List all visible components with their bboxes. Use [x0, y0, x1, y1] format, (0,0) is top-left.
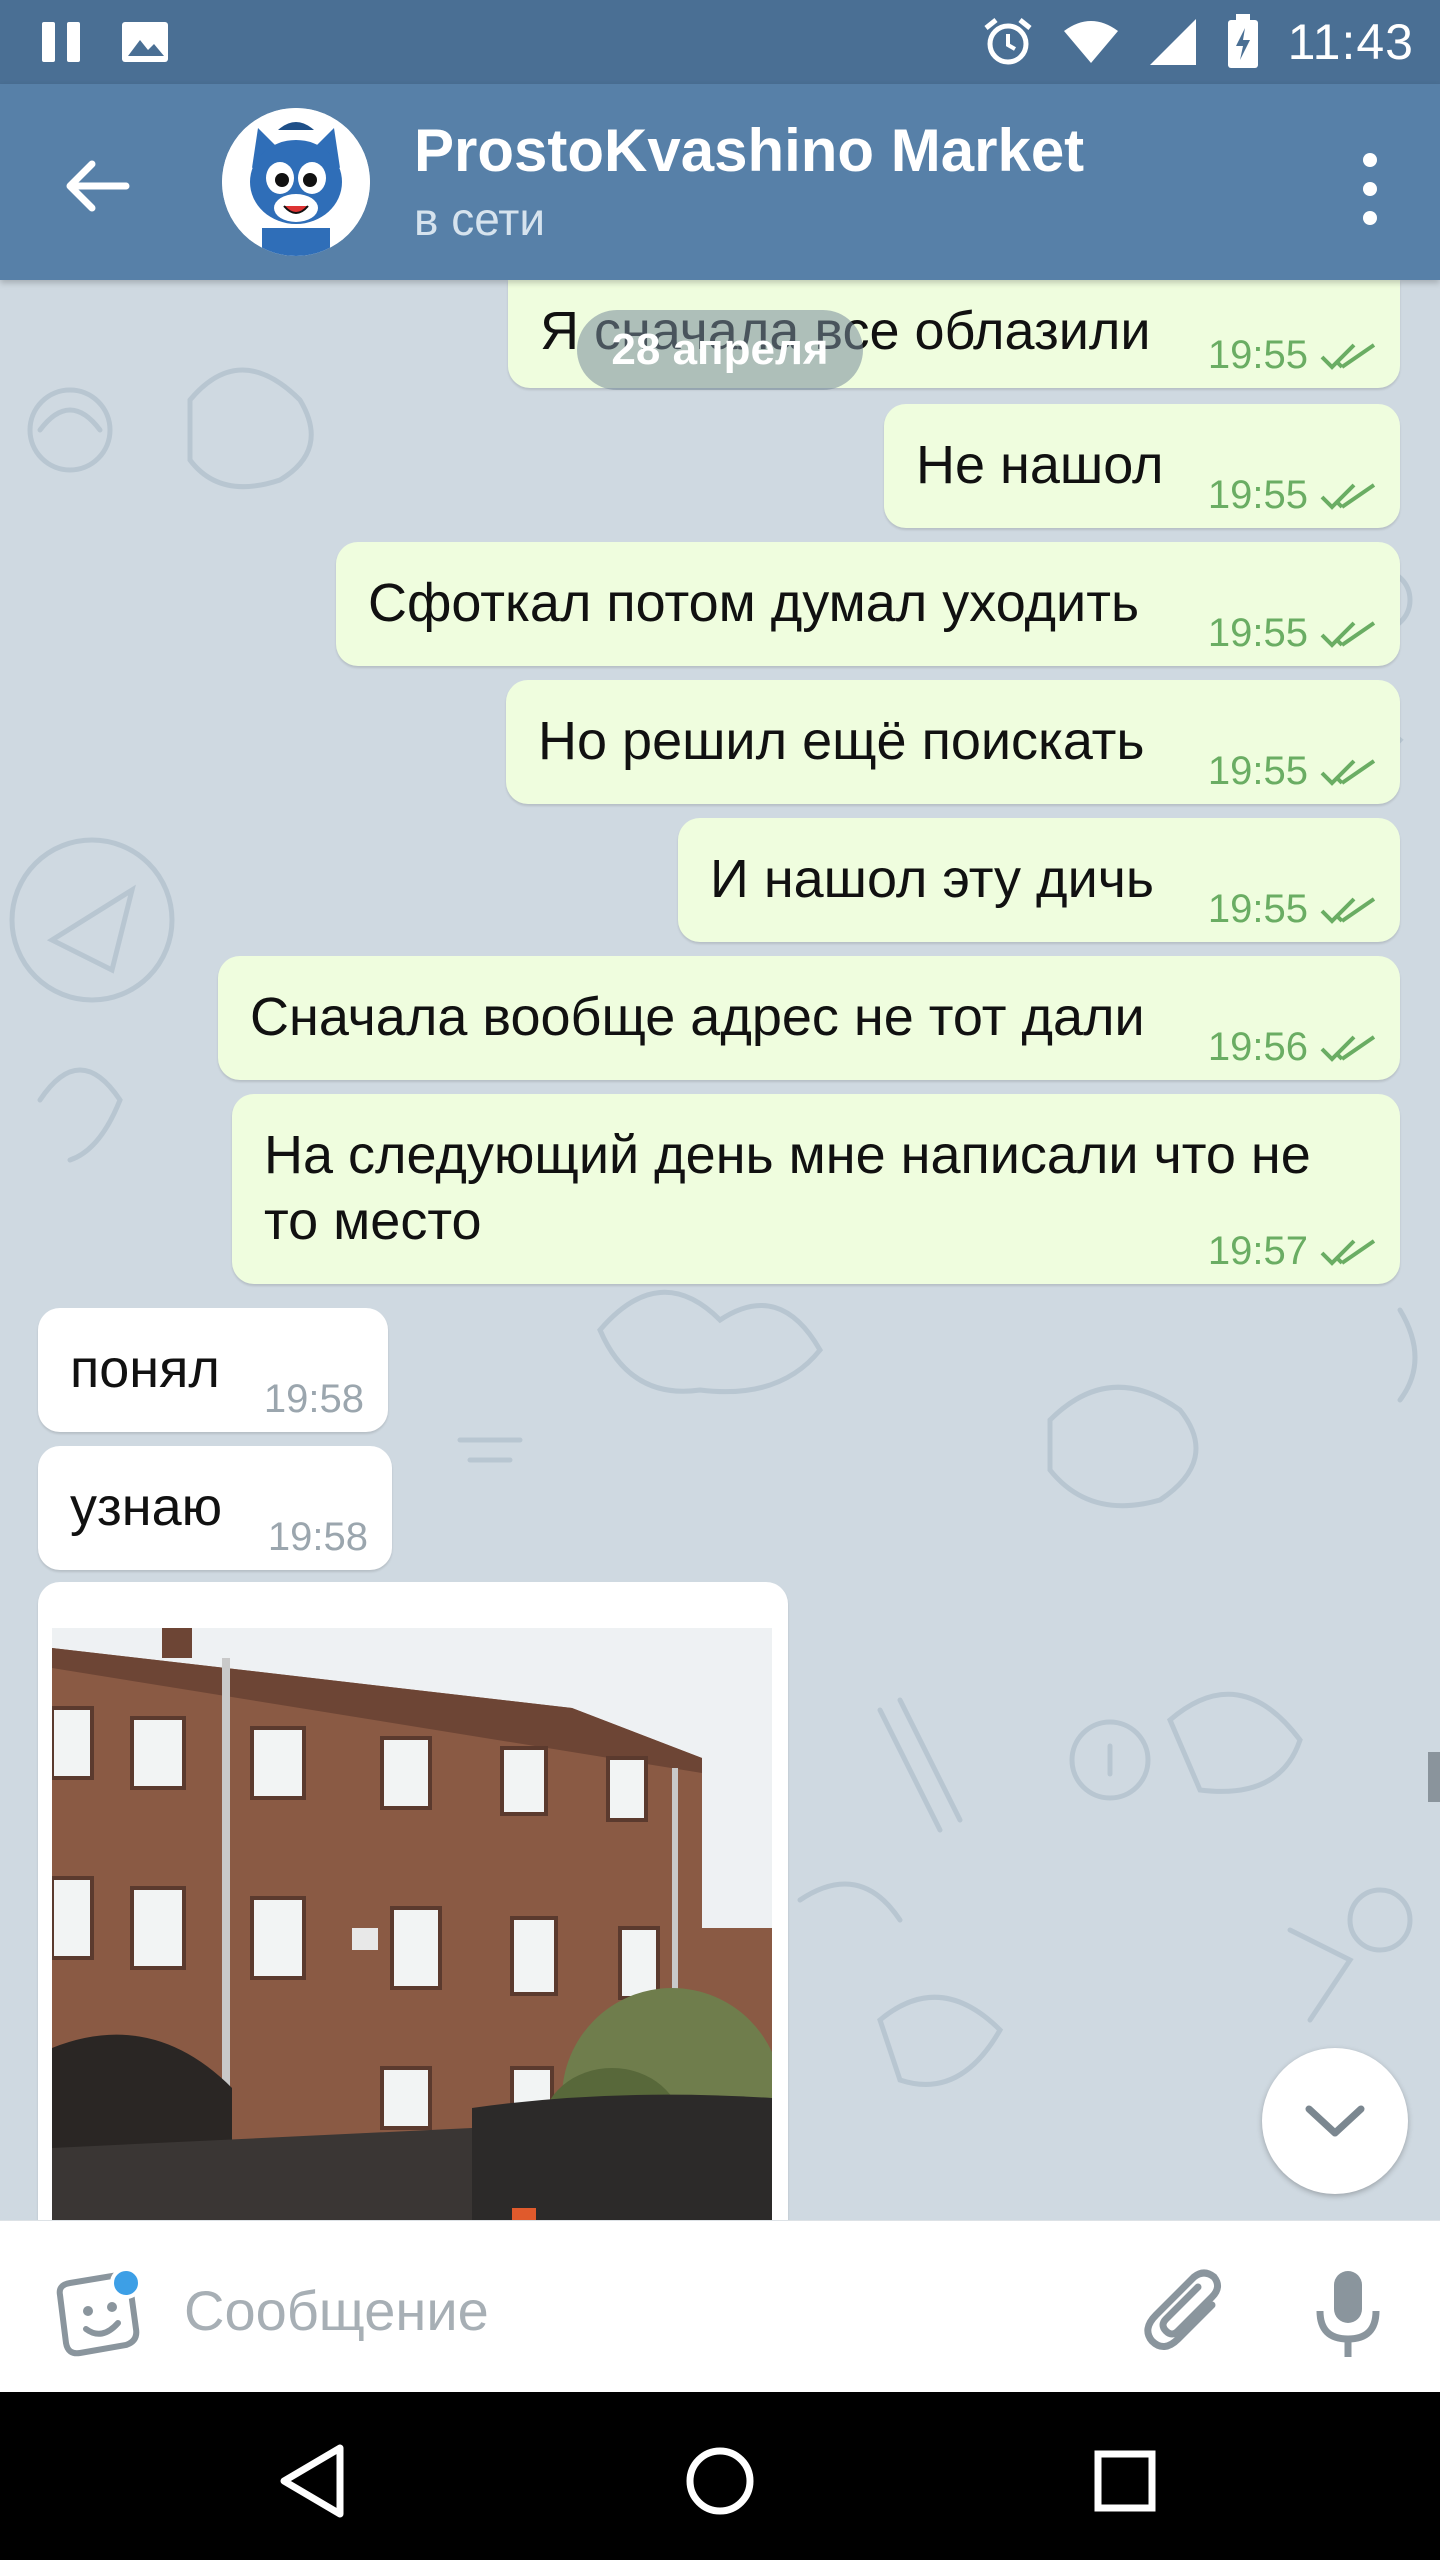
double-check-icon — [1320, 896, 1376, 924]
message-text: Но решил ещё поискать — [538, 711, 1145, 771]
message-meta: 19:58 — [268, 1515, 368, 1560]
message-meta: 19:58 — [264, 1377, 364, 1422]
outgoing-message[interactable]: Не нашол 19:55 — [884, 404, 1400, 528]
outgoing-message[interactable]: Но решил ещё поискать 19:55 — [506, 680, 1400, 804]
incoming-photo-message[interactable] — [38, 1582, 788, 2220]
message-time: 19:56 — [1207, 1025, 1308, 1069]
double-check-icon — [1320, 1034, 1376, 1062]
outgoing-message[interactable]: На следующий день мне написали что не то… — [232, 1094, 1400, 1284]
building-photo[interactable] — [52, 1628, 772, 2220]
message-time: 19:55 — [1207, 473, 1308, 517]
wifi-icon — [1063, 21, 1118, 63]
message-text: И нашол эту дичь — [710, 849, 1154, 909]
double-check-icon — [1320, 342, 1376, 370]
message-meta: 19:55 — [1208, 749, 1376, 794]
microphone-icon[interactable] — [1300, 2265, 1396, 2361]
message-text-line: На следующий день мне написали что не — [264, 1125, 1311, 1185]
chat-title: ProstoKvashino Market — [414, 117, 1085, 184]
alarm-icon — [984, 18, 1032, 65]
avatar[interactable] — [222, 108, 370, 256]
message-time: 19:58 — [267, 1515, 368, 1559]
status-bar: 11:43 — [0, 0, 1440, 84]
message-composer — [0, 2220, 1440, 2393]
double-check-icon — [1320, 1238, 1376, 1266]
message-list[interactable]: 28 апреля Я сначала все облазили 19:55 Н… — [0, 280, 1440, 2220]
paperclip-icon[interactable] — [1142, 2265, 1232, 2361]
nav-home-icon[interactable] — [675, 2436, 765, 2526]
message-time: 19:58 — [263, 1377, 364, 1421]
message-meta: 19:55 — [1208, 887, 1376, 932]
incoming-message[interactable]: узнаю 19:58 — [38, 1446, 392, 1570]
cat-avatar-icon — [222, 108, 370, 256]
message-text: понял — [70, 1339, 220, 1399]
double-check-icon — [1320, 758, 1376, 786]
message-meta: 19:55 — [1208, 333, 1376, 378]
message-time: 19:55 — [1207, 749, 1308, 793]
message-text: На следующий день мне написали что не то… — [264, 1122, 1311, 1254]
chevron-down-icon — [1305, 2105, 1365, 2137]
outgoing-message[interactable]: Сфоткал потом думал уходить 19:55 — [336, 542, 1400, 666]
more-vertical-icon[interactable] — [1340, 144, 1400, 234]
message-meta: 19:55 — [1208, 611, 1376, 656]
message-meta: 19:55 — [1208, 473, 1376, 518]
message-time: 19:55 — [1207, 333, 1308, 377]
message-text: Не нашол — [916, 435, 1164, 495]
outgoing-message[interactable]: И нашол эту дичь 19:55 — [678, 818, 1400, 942]
message-time: 19:57 — [1207, 1229, 1308, 1273]
signal-icon — [1149, 19, 1196, 65]
message-text: узнаю — [70, 1477, 223, 1537]
system-navigation-bar — [0, 2392, 1440, 2560]
double-check-icon — [1320, 620, 1376, 648]
message-input[interactable] — [182, 2273, 1066, 2347]
battery-charging-icon — [1227, 14, 1258, 68]
message-time: 19:55 — [1207, 611, 1308, 655]
outgoing-message[interactable]: Сначала вообще адрес не тот дали 19:56 — [218, 956, 1400, 1080]
scrollbar[interactable] — [1428, 1752, 1440, 1802]
nav-recents-icon[interactable] — [1080, 2436, 1170, 2526]
chat-status: в сети — [414, 193, 546, 245]
message-text-line: то место — [264, 1191, 482, 1251]
date-separator: 28 апреля — [577, 310, 863, 390]
unread-dot — [110, 2267, 142, 2299]
back-arrow-icon[interactable] — [56, 146, 136, 226]
scroll-to-bottom-button[interactable] — [1262, 2048, 1408, 2194]
image-icon — [122, 22, 168, 62]
incoming-message[interactable]: понял 19:58 — [38, 1308, 388, 1432]
message-time: 19:55 — [1207, 887, 1308, 931]
message-text: Сфоткал потом думал уходить — [368, 573, 1140, 633]
pause-icon — [42, 22, 80, 62]
chat-header: ProstoKvashino Market в сети — [0, 84, 1440, 280]
sticker-icon[interactable] — [48, 2265, 144, 2361]
message-meta: 19:57 — [1208, 1229, 1376, 1274]
message-meta: 19:56 — [1208, 1025, 1376, 1070]
clock: 11:43 — [1287, 14, 1414, 70]
message-text: Сначала вообще адрес не тот дали — [250, 987, 1145, 1047]
nav-back-icon[interactable] — [270, 2436, 360, 2526]
double-check-icon — [1320, 482, 1376, 510]
